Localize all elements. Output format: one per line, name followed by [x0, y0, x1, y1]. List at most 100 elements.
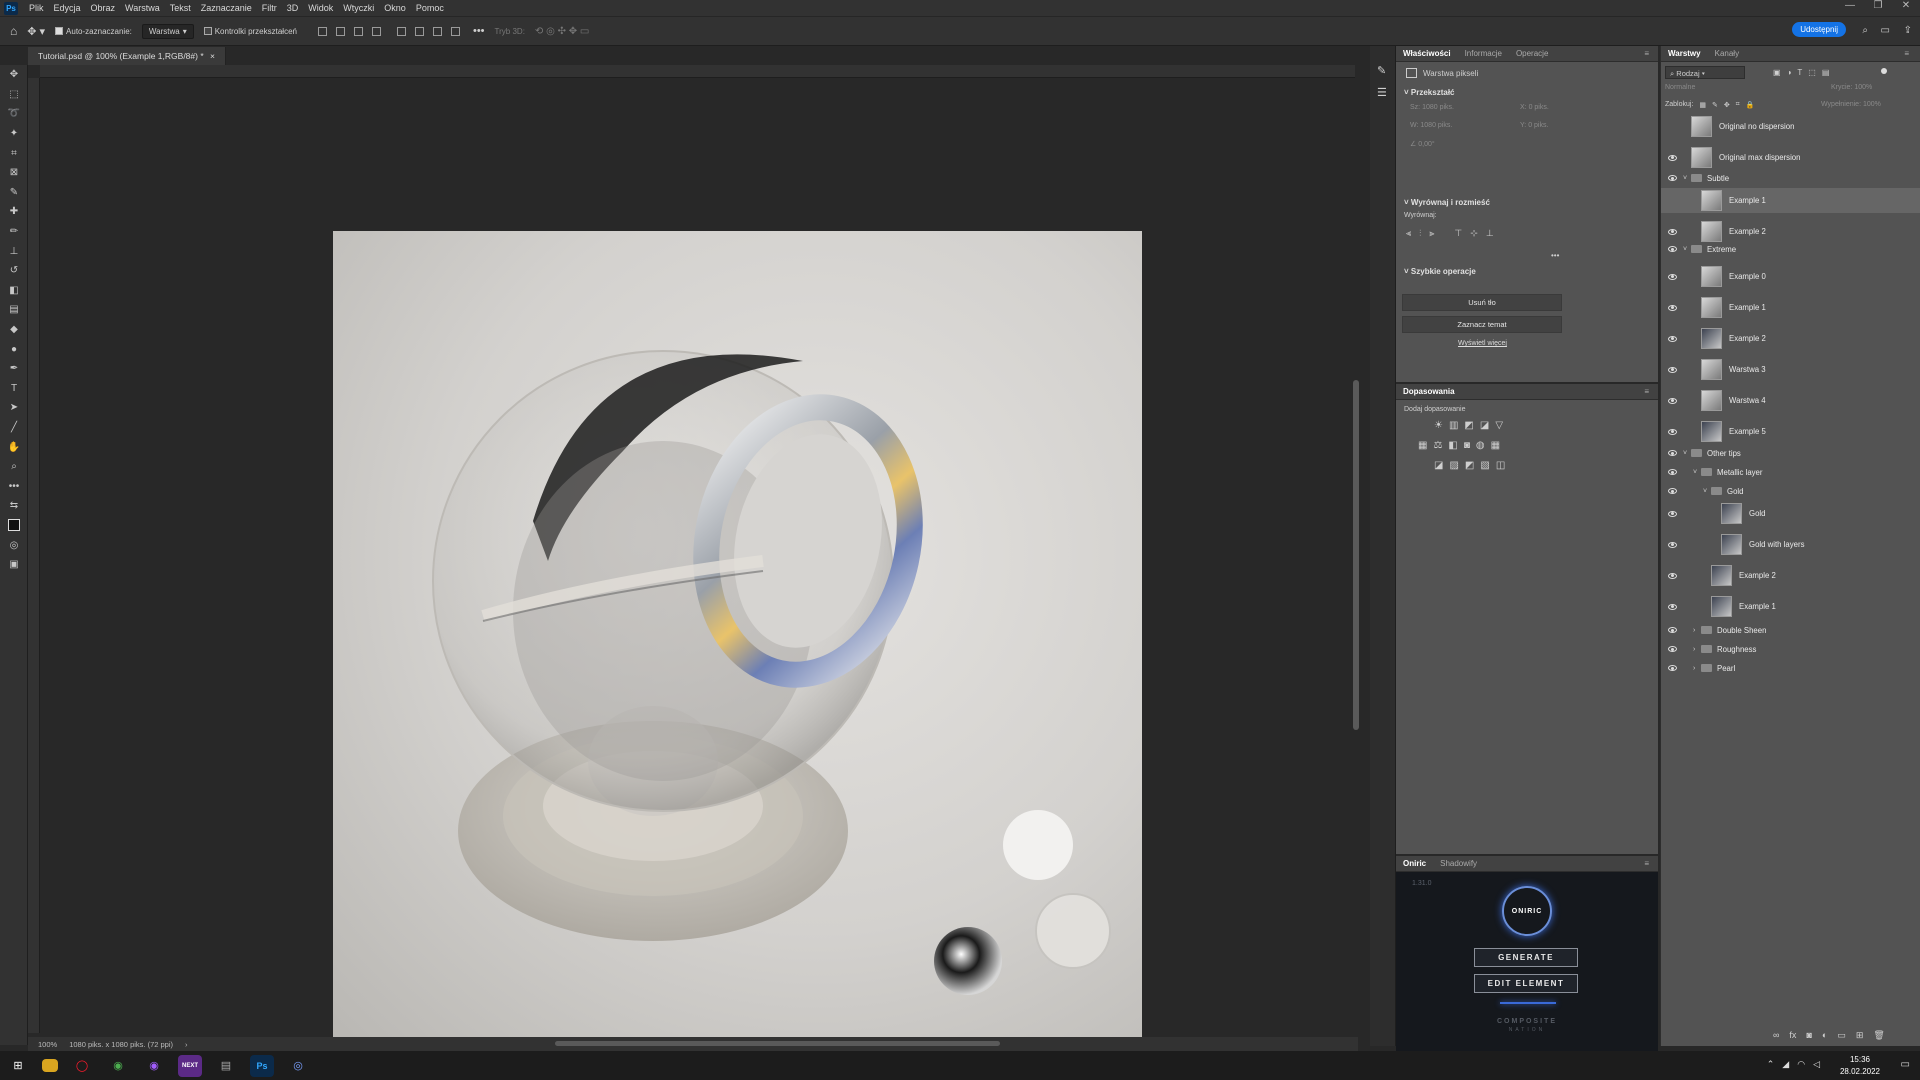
tab-oniric[interactable]: Oniric	[1396, 859, 1433, 868]
horizontal-scrollbar[interactable]	[555, 1041, 1000, 1046]
search-icon[interactable]: ⌕	[1862, 25, 1868, 36]
layer-row[interactable]: Original no dispersion	[1661, 114, 1920, 139]
color-lookup-icon[interactable]: ▦	[1491, 440, 1500, 451]
visibility-eye-icon[interactable]	[1668, 273, 1677, 280]
expand-caret-icon[interactable]: ˅	[1683, 246, 1687, 253]
lock-all-icon[interactable]: 🔒	[1746, 101, 1755, 109]
tab-kanaly[interactable]: Kanały	[1708, 49, 1746, 58]
visibility-eye-icon[interactable]	[1668, 366, 1677, 373]
layer-row[interactable]: Example 2	[1661, 563, 1920, 588]
selective-color-icon[interactable]: ◫	[1496, 460, 1505, 471]
layer-row[interactable]: Gold with layers	[1661, 532, 1920, 557]
more-options-icon[interactable]: •••	[473, 25, 485, 37]
quick-actions-section[interactable]: ˅ Szybkie operacje	[1404, 267, 1476, 276]
lock-position-icon[interactable]: ✥	[1724, 101, 1730, 109]
filter-pixel-icon[interactable]: ▣	[1773, 68, 1781, 77]
layer-filter-dropdown[interactable]: ⌕ Rodzaj ▾	[1665, 66, 1745, 79]
height-field[interactable]: W: 1080 piks.	[1410, 122, 1520, 129]
lock-transparent-icon[interactable]: ▦	[1699, 101, 1706, 109]
filter-smart-icon[interactable]: ▤	[1822, 68, 1830, 77]
dodge-tool-icon[interactable]: ●	[0, 339, 28, 359]
align-middle-icon[interactable]	[414, 26, 424, 36]
layer-group-row[interactable]: ˅ Extreme	[1661, 240, 1920, 258]
filter-shape-icon[interactable]: ⬚	[1808, 68, 1816, 77]
visibility-eye-icon[interactable]	[1668, 646, 1677, 652]
transform-controls-checkbox[interactable]: Kontrolki przekształceń	[203, 27, 297, 36]
layer-row[interactable]: Example 0	[1661, 264, 1920, 289]
line-tool-icon[interactable]: ╱	[0, 418, 28, 438]
type-tool-icon[interactable]: T	[0, 379, 28, 399]
more-tools-icon[interactable]: •••	[0, 476, 28, 496]
align-right-icon[interactable]: ⫸	[1429, 228, 1434, 239]
messenger-icon[interactable]: ◉	[142, 1055, 166, 1077]
stamp-tool-icon[interactable]: ⊥	[0, 241, 28, 261]
align-left-icon[interactable]: ⫷	[1406, 228, 1411, 239]
visibility-eye-icon[interactable]	[1668, 488, 1677, 494]
clock[interactable]: 15:36 28.02.2022	[1840, 1054, 1880, 1078]
tab-warstwy[interactable]: Warstwy	[1661, 49, 1708, 58]
adjustment-icon[interactable]: ◐	[1822, 1030, 1827, 1041]
gradient-map-icon[interactable]: ▧	[1480, 460, 1489, 471]
menu-plik[interactable]: Plik	[24, 3, 49, 13]
chrome-icon[interactable]: ◉	[106, 1055, 130, 1077]
zoom-level[interactable]: 100%	[38, 1040, 57, 1049]
brightness-icon[interactable]: ☀	[1434, 420, 1443, 431]
history-brush-icon[interactable]: ↺	[0, 261, 28, 281]
menu-filtr[interactable]: Filtr	[257, 3, 282, 13]
network-icon[interactable]: ◢	[1782, 1059, 1789, 1070]
panel-menu-icon[interactable]: ≡	[1897, 49, 1916, 58]
restore-button[interactable]: ❐	[1864, 0, 1892, 11]
generate-button[interactable]: GENERATE	[1474, 948, 1578, 967]
panel-menu-icon[interactable]: ≡	[1637, 387, 1656, 396]
blend-mode-dropdown[interactable]: Normalne	[1665, 84, 1785, 91]
visibility-eye-icon[interactable]	[1668, 154, 1677, 161]
menu-widok[interactable]: Widok	[303, 3, 338, 13]
levels-icon[interactable]: ▥	[1449, 420, 1458, 431]
files-icon[interactable]: ▤	[214, 1055, 238, 1077]
brush-tool-icon[interactable]: ✏	[0, 222, 28, 242]
show-more-link[interactable]: Wyświetl więcej	[1458, 340, 1507, 347]
layer-row[interactable]: Warstwa 4	[1661, 388, 1920, 413]
mask-icon[interactable]: ◙	[1806, 1030, 1811, 1041]
visibility-eye-icon[interactable]	[1668, 335, 1677, 342]
layer-group-row[interactable]: ˅ Subtle	[1661, 169, 1920, 187]
align-bottom-icon[interactable]: ⊥	[1486, 228, 1494, 239]
opera-icon[interactable]: ◯	[70, 1055, 94, 1077]
menu-3d[interactable]: 3D	[282, 3, 304, 13]
align-bottom-icon[interactable]	[432, 26, 442, 36]
adjust-sliders-icon[interactable]: ☰	[1377, 86, 1387, 99]
start-icon[interactable]: ⊞	[6, 1055, 30, 1077]
workspace-icon[interactable]: ▭	[1881, 25, 1890, 36]
gradient-tool-icon[interactable]: ▤	[0, 300, 28, 320]
path-selection-icon[interactable]: ➤	[0, 398, 28, 418]
auto-select-dropdown[interactable]: Warstwa ▾	[141, 23, 194, 39]
eyedropper-icon[interactable]: ✎	[0, 183, 28, 203]
tab-wlasciwosci[interactable]: Właściwości	[1396, 49, 1458, 58]
close-tab-icon[interactable]: ×	[210, 51, 215, 61]
exposure-icon[interactable]: ◪	[1480, 420, 1489, 431]
notifications-icon[interactable]: ▭	[1901, 1059, 1910, 1070]
trash-icon[interactable]: 🗑	[1873, 1030, 1884, 1041]
expand-caret-icon[interactable]: ›	[1693, 665, 1695, 672]
posterize-icon[interactable]: ▨	[1449, 460, 1458, 471]
distribute-icon[interactable]	[371, 26, 381, 36]
lock-pixels-icon[interactable]: ✎	[1712, 101, 1718, 109]
hue-saturation-icon[interactable]: ▦	[1418, 440, 1427, 451]
link-icon[interactable]: ∞	[1773, 1030, 1779, 1041]
layer-group-row[interactable]: ˅ Gold	[1661, 482, 1920, 500]
document-image[interactable]	[333, 231, 1142, 1040]
volume-icon[interactable]: ◁	[1813, 1059, 1820, 1070]
folder-icon[interactable]: ▭	[1837, 1030, 1846, 1041]
layer-group-row[interactable]: › Double Sheen	[1661, 621, 1920, 639]
minimize-button[interactable]: —	[1836, 0, 1864, 11]
home-icon[interactable]: ⌂	[10, 24, 17, 38]
canvas-area[interactable]	[40, 78, 1355, 1040]
menu-pomoc[interactable]: Pomoc	[411, 3, 449, 13]
layer-row[interactable]: Gold	[1661, 501, 1920, 526]
y-field[interactable]: Y: 0 piks.	[1520, 122, 1600, 129]
layer-group-row[interactable]: › Pearl	[1661, 659, 1920, 677]
visibility-eye-icon[interactable]	[1668, 228, 1677, 235]
threshold-icon[interactable]: ◩	[1465, 460, 1474, 471]
more-align-icon[interactable]: •••	[1551, 251, 1559, 260]
oniric-icon[interactable]: ◎	[286, 1055, 310, 1077]
